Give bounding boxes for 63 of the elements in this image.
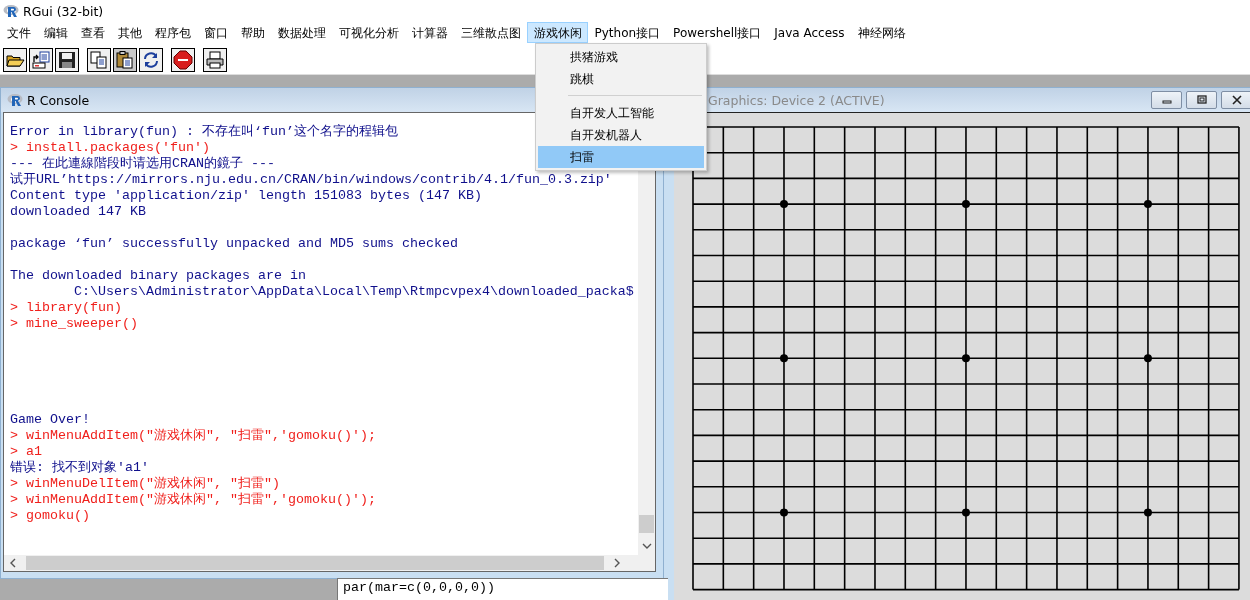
stop-sign-icon[interactable] <box>171 47 195 72</box>
copy-icon[interactable] <box>87 47 111 72</box>
menu-item[interactable]: 三维散点图 <box>454 22 527 43</box>
paste-icon[interactable] <box>113 47 137 72</box>
output-line: Content type 'application/zip' length 151083 bytes (147 KB) <box>10 188 482 204</box>
graphics-title: Graphics: Device 2 (ACTIVE) <box>708 92 885 108</box>
command-line: > library(fun) <box>10 300 122 316</box>
command-line: > mine_sweeper() <box>10 316 138 332</box>
menu-item[interactable]: 其他 <box>111 22 148 43</box>
load-file-icon[interactable] <box>29 47 53 72</box>
refresh-icon[interactable] <box>139 47 163 72</box>
caret-down-icon[interactable] <box>641 541 652 551</box>
output-line: Error in library(fun) : 不存在叫‘fun’这个名字的程辑包 <box>10 124 398 140</box>
minimize-button[interactable] <box>1151 91 1182 109</box>
menu-item[interactable]: 程序包 <box>148 22 197 43</box>
menu-entry[interactable]: 跳棋 <box>538 68 704 90</box>
scrollbar-thumb[interactable] <box>26 556 604 570</box>
output-line: --- 在此連線階段时请选用CRAN的鏡子 --- <box>10 156 275 172</box>
menu-item[interactable]: 神经网络 <box>851 22 913 43</box>
close-button[interactable] <box>1221 91 1250 109</box>
restore-button[interactable] <box>1186 91 1217 109</box>
printer-icon[interactable] <box>203 47 227 72</box>
menu-entry[interactable]: 扫雷 <box>538 146 704 168</box>
close-icon <box>1230 95 1243 105</box>
output-line: 试开URL’https://mirrors.nju.edu.cn/CRAN/bin/windows/contrib/4.1/fun_0.3.zip' <box>10 172 612 188</box>
output-line: Game Over! <box>10 412 90 428</box>
menu-item[interactable]: Powershell接口 <box>666 22 768 43</box>
menu-item[interactable]: 编辑 <box>37 22 74 43</box>
command-line: > install.packages('fun') <box>10 140 210 156</box>
open-folder-icon[interactable] <box>3 47 27 72</box>
output-line: downloaded 147 KB <box>10 204 146 220</box>
scrollbar-thumb[interactable] <box>639 515 654 533</box>
console-title: R Console <box>27 92 90 108</box>
r-logo-icon <box>7 93 23 107</box>
caret-right-icon[interactable] <box>612 558 622 568</box>
caret-left-icon[interactable] <box>8 558 18 568</box>
menu-item[interactable]: Python接口 <box>588 22 667 43</box>
restore-icon <box>1195 95 1208 105</box>
menu-item[interactable]: 窗口 <box>197 22 234 43</box>
menu-item[interactable]: 游戏休闲 <box>527 22 588 43</box>
command-line: > winMenuAddItem("游戏休闲", "扫雷",'gomoku()'); <box>10 428 376 444</box>
output-line: The downloaded binary packages are in <box>10 268 306 284</box>
output-line: C:\Users\Administrator\AppData\Local\Temp\Rtmpcvpex4\downloaded_packa$ <box>73 284 634 300</box>
command-line: > a1 <box>10 444 42 460</box>
output-line: package ‘fun’ successfully unpacked and MD5 sums checked <box>10 236 458 252</box>
menu-item[interactable]: 帮助 <box>234 22 271 43</box>
output-line: 错误: 找不到对象'a1' <box>10 460 149 476</box>
menu-entry[interactable]: 自开发人工智能 <box>538 102 704 124</box>
menu-item[interactable]: Java Access <box>767 22 852 43</box>
window-title: RGui (32-bit) <box>23 3 104 19</box>
horizontal-scrollbar[interactable] <box>4 555 655 571</box>
menu-entry[interactable]: 拱猪游戏 <box>538 46 704 68</box>
menu-item[interactable]: 文件 <box>0 22 37 43</box>
menu-item[interactable]: 数据处理 <box>271 22 332 43</box>
r-logo-icon <box>3 4 19 18</box>
menu-item[interactable]: 查看 <box>74 22 111 43</box>
command-line: > winMenuAddItem("游戏休闲", "扫雷",'gomoku()'); <box>10 492 376 508</box>
menu-item[interactable]: 可视化分析 <box>332 22 405 43</box>
command-line: > gomoku() <box>10 508 90 524</box>
code-line: par(mar=c(0,0,0,0)) <box>342 579 496 596</box>
command-line: > winMenuDelItem("游戏休闲", "扫雷") <box>10 476 280 492</box>
menu-entry[interactable]: 自开发机器人 <box>538 124 704 146</box>
menu-item[interactable]: 计算器 <box>405 22 454 43</box>
